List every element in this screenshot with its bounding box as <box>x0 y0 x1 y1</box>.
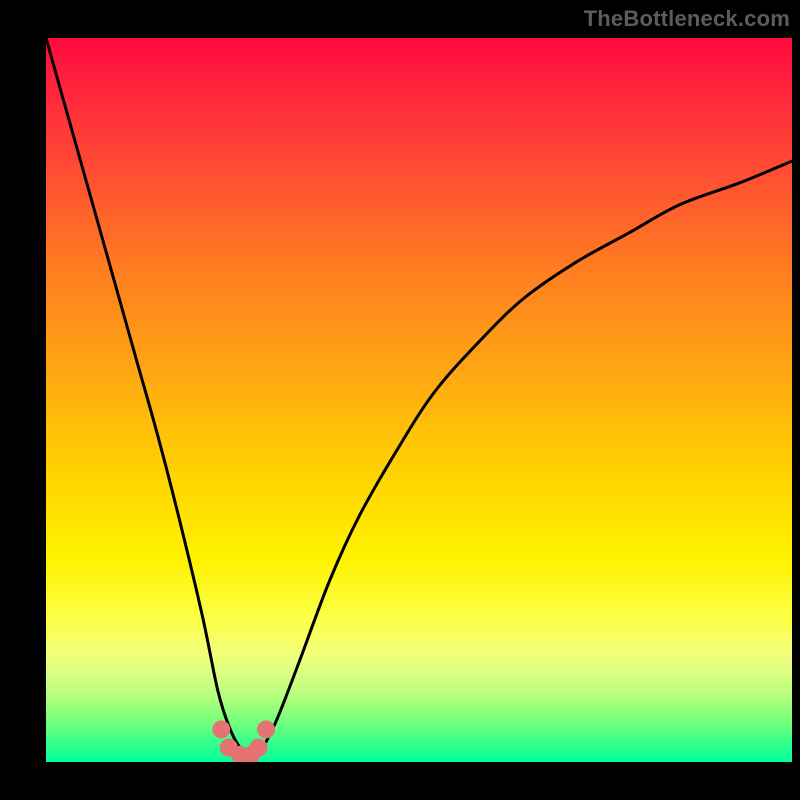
curve-marker <box>250 739 268 757</box>
bottleneck-curve <box>46 38 792 755</box>
curve-layer <box>46 38 792 762</box>
curve-marker <box>257 720 275 738</box>
watermark-text: TheBottleneck.com <box>584 6 790 32</box>
chart-frame: TheBottleneck.com <box>0 0 800 800</box>
curve-marker <box>212 720 230 738</box>
plot-area <box>46 38 792 762</box>
